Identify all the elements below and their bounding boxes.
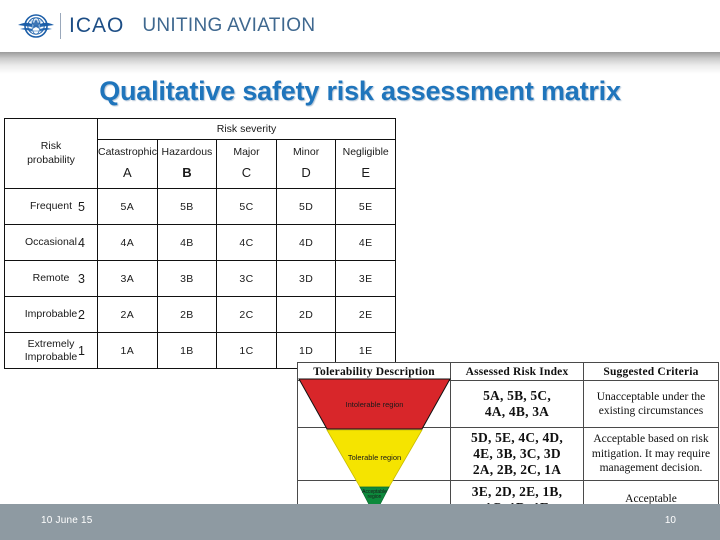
- risk-severity-header: Risk severity: [97, 118, 396, 140]
- risk-index-cell-5c: 5C: [216, 188, 277, 225]
- risk-index-cell-4c: 4C: [216, 224, 277, 261]
- risk-index-cell-4b: 4B: [156, 224, 218, 261]
- tolerability-row: 5D, 5E, 4C, 4D, 4E, 3B, 3C, 3D 2A, 2B, 2…: [297, 427, 719, 481]
- icao-logo-icon: [16, 9, 56, 43]
- severity-column-c: Major C: [216, 139, 277, 189]
- risk-index-cell-4d: 4D: [275, 224, 337, 261]
- severity-letter: C: [241, 165, 252, 181]
- probability-label-1: Extremely Improbable 1: [4, 332, 98, 369]
- severity-letter: A: [122, 165, 132, 181]
- risk-index-cell-4a: 4A: [97, 224, 158, 261]
- severity-letter: D: [301, 165, 311, 181]
- probability-value: 4: [78, 235, 85, 250]
- risk-index-cell-5a: 5A: [97, 188, 158, 225]
- matrix-row: Remote 3 3A 3B 3C 3D 3E: [4, 260, 396, 297]
- risk-index-cell-3d: 3D: [275, 260, 337, 297]
- severity-name: Hazardous: [161, 145, 213, 158]
- probability-label-3: Remote 3: [4, 260, 98, 297]
- probability-value: 5: [78, 199, 85, 214]
- footer-date: 10 June 15: [41, 515, 93, 526]
- probability-label-2: Improbable 2: [4, 296, 98, 333]
- severity-column-e: Negligible E: [335, 139, 396, 189]
- probability-name: Remote: [32, 272, 70, 285]
- brand-tagline: UNITING AVIATION: [142, 15, 316, 36]
- severity-name: Catastrophic: [98, 145, 157, 158]
- severity-letter: E: [361, 165, 371, 181]
- tolerability-region-red: [297, 380, 451, 428]
- tolerability-index-red: 5A, 5B, 5C, 4A, 4B, 3A: [450, 380, 584, 428]
- risk-matrix-table: Risk probability Risk severity Catastrophi…: [4, 118, 396, 369]
- severity-name: Minor: [292, 145, 320, 158]
- probability-name: Occasional: [25, 236, 77, 249]
- tolerability-region-yellow: [297, 427, 451, 481]
- suggested-criteria-header: Suggested Criteria: [583, 362, 719, 381]
- risk-index-cell-1c: 1C: [216, 332, 277, 369]
- severity-column-a: Catastrophic A: [97, 139, 158, 189]
- probability-label-4: Occasional 4: [4, 224, 98, 261]
- page-title: Qualitative safety risk assessment matri…: [99, 76, 621, 106]
- brand-name: ICAO: [69, 14, 125, 37]
- probability-name: Frequent: [29, 200, 73, 213]
- brand-header: ICAO UNITING AVIATION: [0, 0, 720, 52]
- probability-name: Improbable: [24, 308, 78, 321]
- probability-value: 2: [78, 307, 85, 322]
- probability-value: 1: [78, 343, 85, 358]
- severity-name: Major: [233, 145, 260, 158]
- risk-index-cell-5d: 5D: [275, 188, 337, 225]
- tolerability-header-row: Tolerability Description Assessed Risk I…: [297, 362, 719, 381]
- risk-index-cell-4e: 4E: [335, 224, 396, 261]
- risk-index-cell-2e: 2E: [335, 296, 396, 333]
- probability-name: Extremely Improbable: [24, 338, 78, 363]
- tolerability-table: Tolerability Description Assessed Risk I…: [297, 362, 719, 519]
- tolerability-criteria-yellow: Acceptable based on risk mitigation. It …: [583, 427, 719, 481]
- severity-letter: B: [182, 165, 192, 181]
- matrix-row: Improbable 2 2A 2B 2C 2D 2E: [4, 296, 396, 333]
- assessed-risk-index-header: Assessed Risk Index: [450, 362, 584, 381]
- matrix-row: Occasional 4 4A 4B 4C 4D 4E: [4, 224, 396, 261]
- footer-bar: 10 June 15 10: [0, 504, 720, 540]
- risk-index-cell-2d: 2D: [275, 296, 337, 333]
- tolerability-row: 5A, 5B, 5C, 4A, 4B, 3A Unacceptable under…: [297, 380, 719, 428]
- matrix-header-row-top: Risk probability Risk severity: [4, 118, 396, 189]
- risk-index-cell-5e: 5E: [335, 188, 396, 225]
- severity-name: Negligible: [342, 145, 389, 158]
- risk-probability-header: Risk probability: [4, 118, 98, 189]
- risk-index-cell-2a: 2A: [97, 296, 158, 333]
- risk-index-cell-1b: 1B: [156, 332, 218, 369]
- header-gradient-band: [0, 52, 720, 74]
- footer-page-number: 10: [664, 515, 676, 526]
- risk-index-cell-5b: 5B: [156, 188, 218, 225]
- matrix-row: Frequent 5 5A 5B 5C 5D 5E: [4, 188, 396, 225]
- tolerability-description-header: Tolerability Description: [297, 362, 451, 381]
- brand-divider: [60, 13, 61, 39]
- tolerability-criteria-red: Unacceptable under the existing circumst…: [583, 380, 719, 428]
- risk-index-cell-1a: 1A: [97, 332, 158, 369]
- risk-index-cell-3c: 3C: [216, 260, 277, 297]
- probability-label-5: Frequent 5: [4, 188, 98, 225]
- risk-index-cell-3b: 3B: [156, 260, 218, 297]
- risk-index-cell-3e: 3E: [335, 260, 396, 297]
- probability-value: 3: [78, 271, 85, 286]
- tolerability-index-yellow: 5D, 5E, 4C, 4D, 4E, 3B, 3C, 3D 2A, 2B, 2…: [450, 427, 584, 481]
- risk-index-cell-2c: 2C: [216, 296, 277, 333]
- severity-column-b: Hazardous B: [156, 139, 218, 189]
- severity-column-d: Minor D: [275, 139, 337, 189]
- risk-index-cell-2b: 2B: [156, 296, 218, 333]
- risk-index-cell-3a: 3A: [97, 260, 158, 297]
